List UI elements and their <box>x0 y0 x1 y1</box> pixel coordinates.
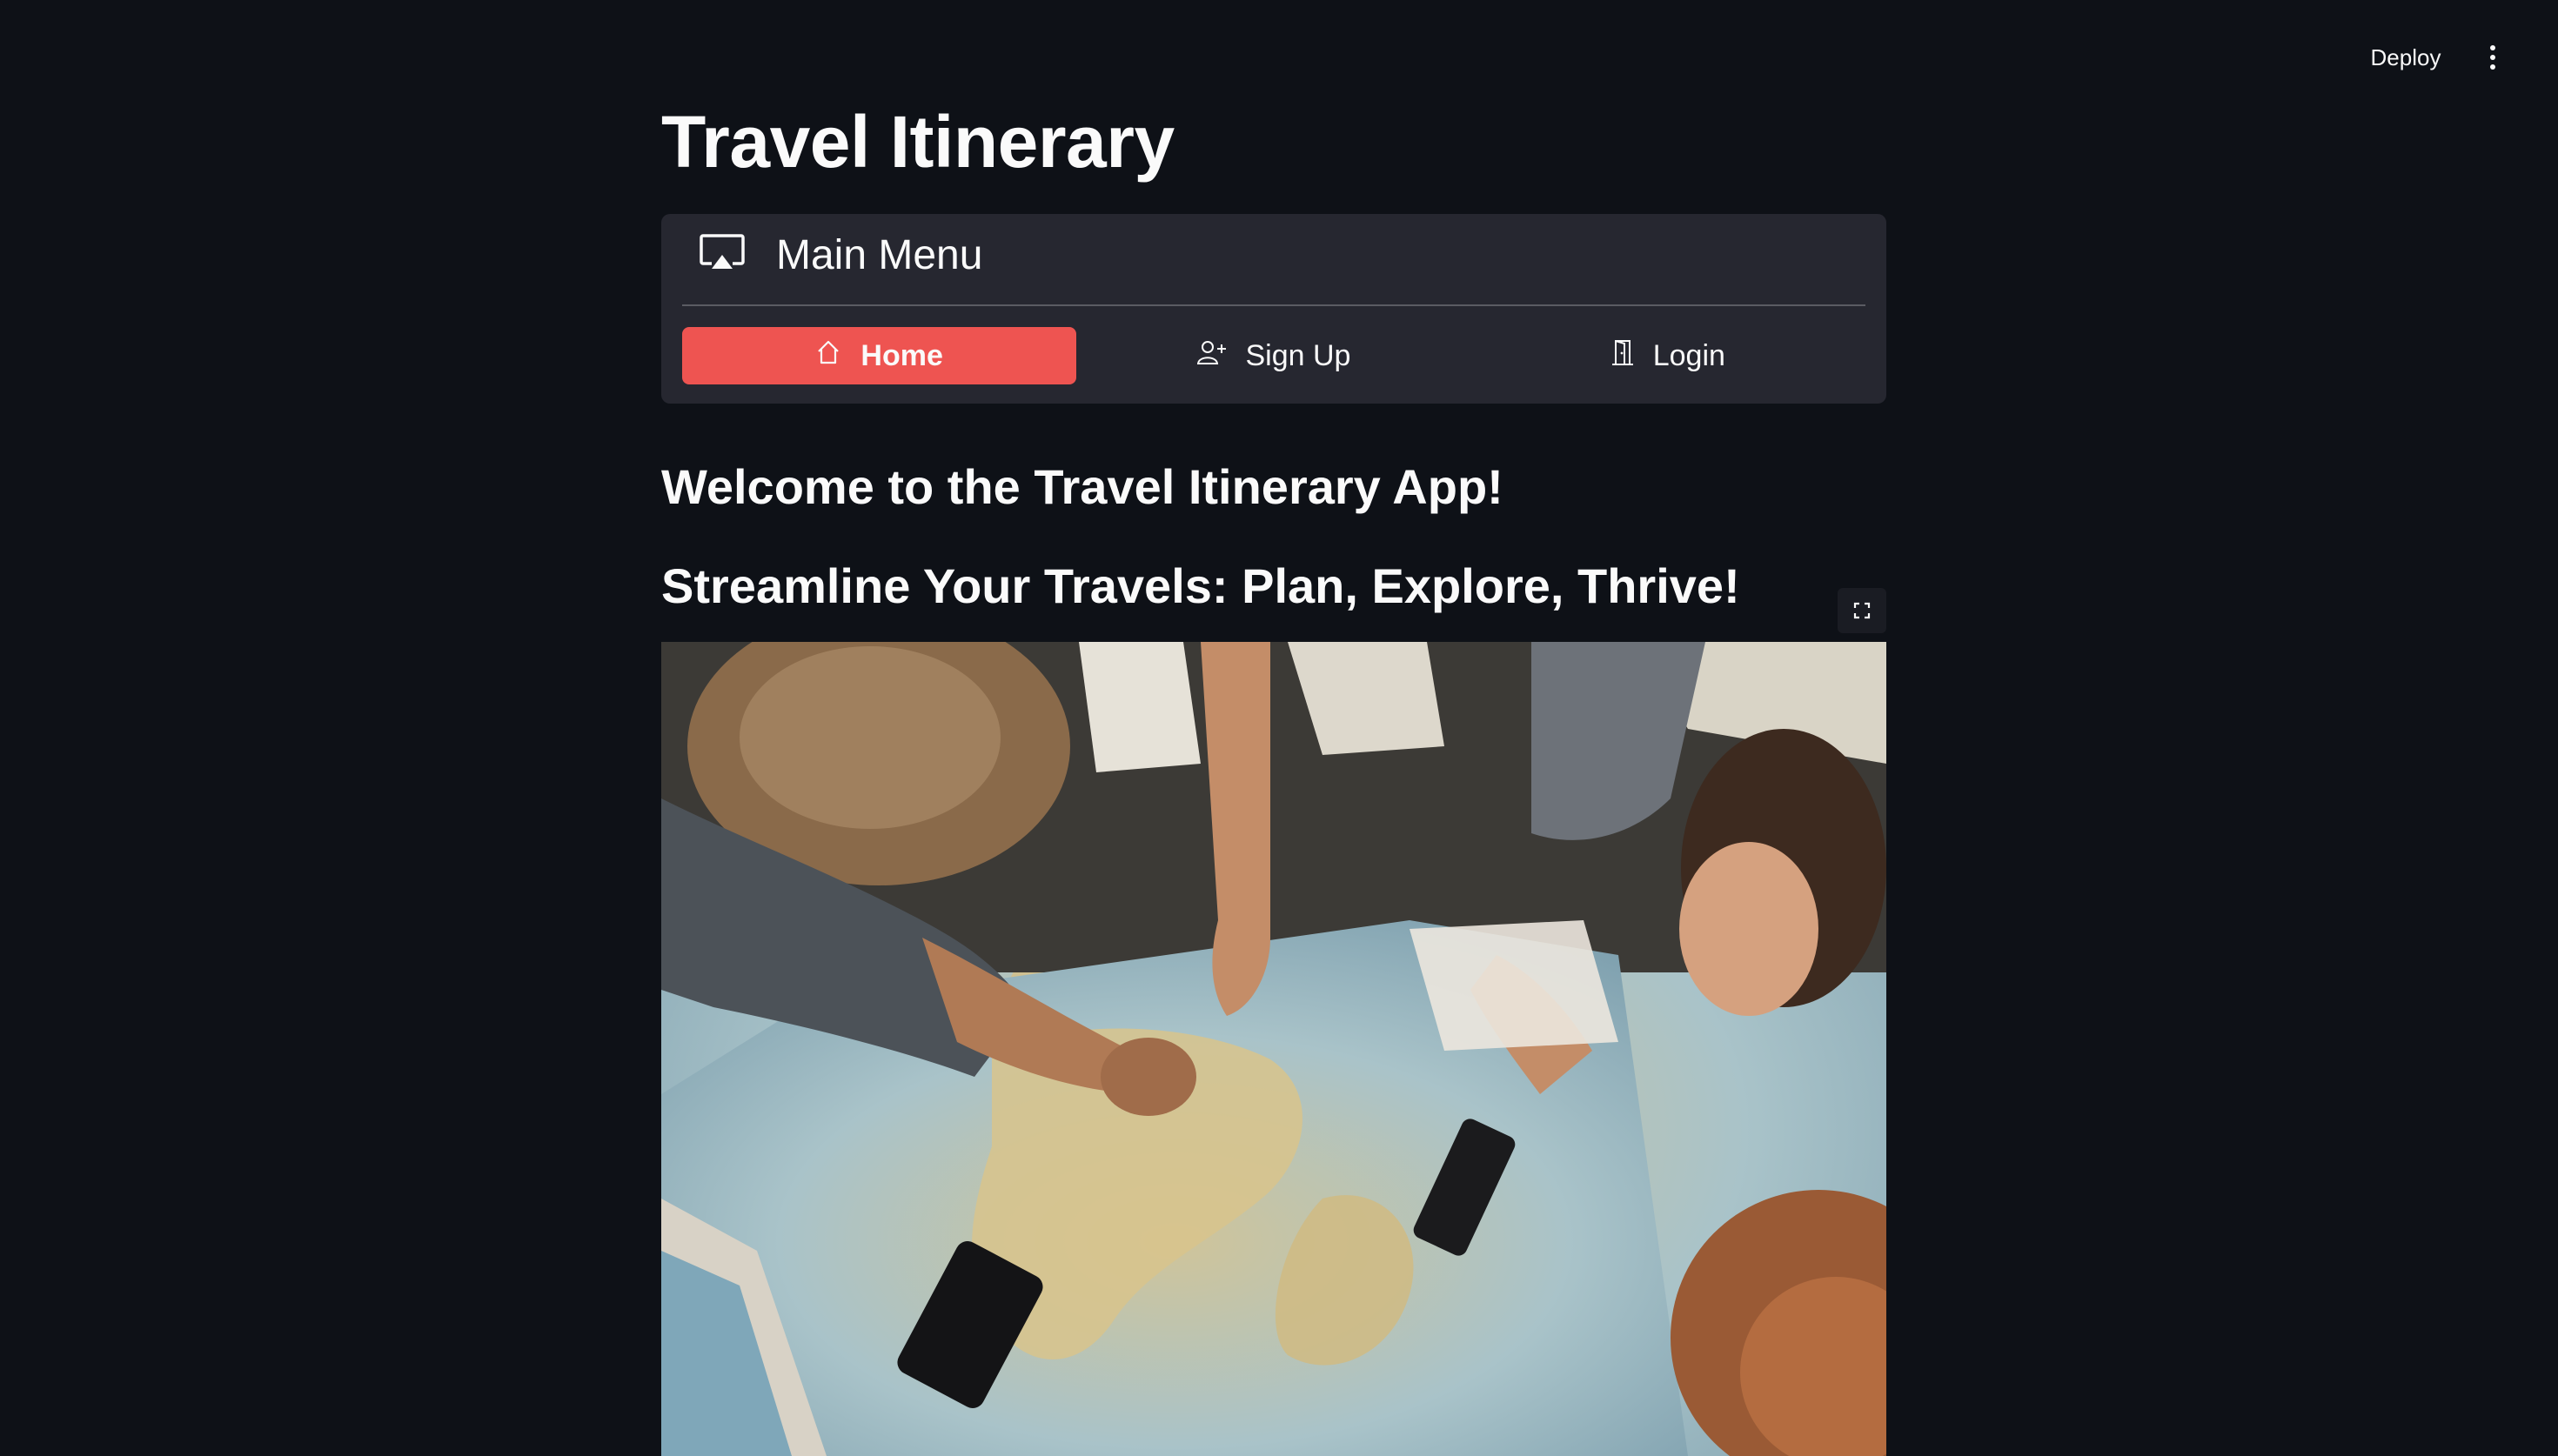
nav-item-sign-up[interactable]: Sign Up <box>1076 327 1470 384</box>
fullscreen-icon[interactable] <box>1838 588 1886 633</box>
person-plus-icon <box>1196 339 1227 373</box>
kebab-menu-icon[interactable] <box>2471 35 2514 80</box>
cast-icon <box>700 233 745 277</box>
door-icon <box>1611 338 1634 374</box>
deploy-button[interactable]: Deploy <box>2349 35 2462 80</box>
nav-item-label: Login <box>1652 338 1725 372</box>
nav-item-label: Home <box>860 338 943 372</box>
menu-divider <box>682 304 1865 306</box>
app-root: Deploy Travel Itinerary Main Menu Home S… <box>0 0 2558 1456</box>
nav-item-login[interactable]: Login <box>1471 327 1865 384</box>
nav-row: Home Sign Up Login <box>682 327 1865 384</box>
nav-item-label: Sign Up <box>1245 338 1351 372</box>
house-icon <box>815 339 841 373</box>
hero-image <box>661 642 1886 1456</box>
main-menu-card: Main Menu Home Sign Up Login <box>661 214 1886 404</box>
main-menu-header: Main Menu <box>700 231 983 278</box>
tagline-heading: Streamline Your Travels: Plan, Explore, … <box>661 558 1740 613</box>
main-menu-title: Main Menu <box>776 231 983 278</box>
welcome-heading: Welcome to the Travel Itinerary App! <box>661 459 1503 514</box>
nav-item-home[interactable]: Home <box>682 327 1077 384</box>
page-title: Travel Itinerary <box>661 101 1175 183</box>
